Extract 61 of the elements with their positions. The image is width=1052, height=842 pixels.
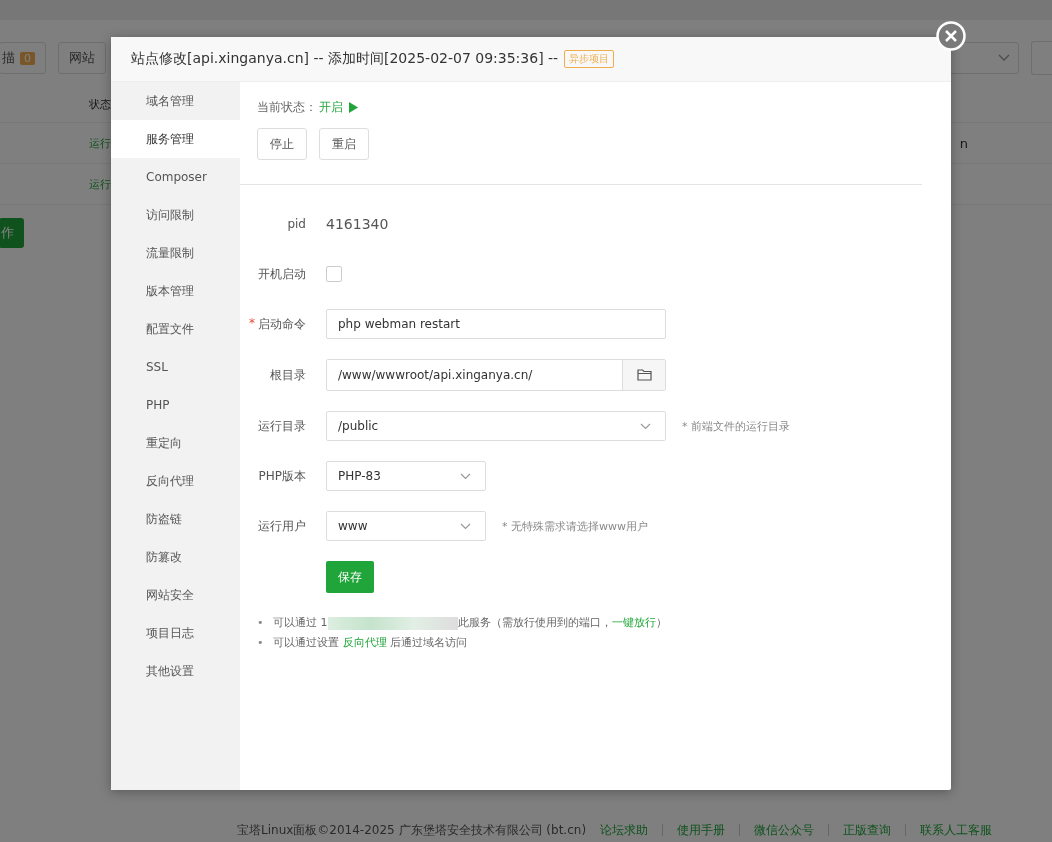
field-label: 开机启动 — [258, 265, 306, 283]
sidebar-item[interactable]: 版本管理 — [111, 272, 240, 310]
site-button[interactable]: 网站 — [58, 42, 106, 74]
status-label: 当前状态： — [257, 99, 317, 116]
bullet-mark: • — [257, 635, 265, 651]
note-text: 可以通过 1 — [273, 616, 328, 629]
required-mark: * — [249, 315, 255, 332]
folder-icon[interactable] — [636, 369, 652, 381]
dialog-title: 站点修改[api.xinganya.cn] -- 添加时间[2025-02-07 09:35:36] -- — [131, 50, 559, 68]
hint-text: * 无特殊需求请选择www用户 — [502, 518, 648, 534]
caret-icon — [640, 422, 651, 430]
note-text: ） — [655, 616, 667, 629]
field-label: 运行用户 — [258, 517, 306, 535]
note-text: 后通过域名访问 — [389, 636, 467, 649]
sidebar-item[interactable]: 其他设置 — [111, 652, 240, 690]
close-icon[interactable] — [936, 21, 966, 51]
select-dropdown[interactable]: www — [326, 511, 486, 541]
sidebar-item[interactable]: PHP — [111, 386, 240, 424]
caret-icon — [460, 522, 471, 530]
caret-icon — [460, 472, 471, 480]
sidebar-item[interactable]: 域名管理 — [111, 82, 240, 120]
copyright-text: 宝塔Linux面板©2014-2025 广东堡塔安全技术有限公司 (bt.cn) — [237, 821, 587, 839]
field-label: 根目录 — [270, 366, 306, 384]
status-value: 开启 — [319, 99, 343, 116]
select-dropdown[interactable]: PHP-83 — [326, 461, 486, 491]
sidebar-item[interactable]: 项目日志 — [111, 614, 240, 652]
service-button[interactable]: 重启 — [319, 128, 369, 160]
sidebar-item[interactable]: 访问限制 — [111, 196, 240, 234]
sidebar-item[interactable]: 防篡改 — [111, 538, 240, 576]
hint-text: * 前端文件的运行目录 — [682, 418, 790, 434]
field-label: pid — [287, 217, 306, 231]
field-label: 启动命令 — [258, 315, 306, 333]
count-badge: 0 — [20, 51, 35, 65]
sidebar-item[interactable]: 服务管理 — [111, 120, 240, 158]
select-dropdown[interactable]: /public — [326, 411, 666, 441]
table-cell: n — [959, 135, 968, 151]
checkbox[interactable] — [326, 266, 342, 282]
status-text: 运行 — [89, 135, 111, 151]
scan-button[interactable]: 描 0 — [0, 42, 46, 74]
sidebar-item[interactable]: 流量限制 — [111, 234, 240, 272]
note-text: 此服务（需放行使用到的端口， — [457, 616, 612, 629]
service-button[interactable]: 停止 — [257, 128, 307, 160]
status-text: 运行 — [89, 176, 111, 192]
sidebar-item[interactable]: 防盗链 — [111, 500, 240, 538]
column-header: 状态 — [89, 96, 111, 112]
play-icon — [349, 102, 358, 113]
sidebar-item[interactable]: 反向代理 — [111, 462, 240, 500]
caret-icon — [998, 54, 1010, 62]
sidebar-item[interactable]: 网站安全 — [111, 576, 240, 614]
input-field[interactable]: php webman restart — [326, 309, 666, 339]
sidebar-item[interactable]: Composer — [111, 158, 240, 196]
field-label: PHP版本 — [258, 467, 306, 485]
project-badge: 异步项目 — [564, 50, 615, 68]
path-field[interactable]: /www/wwwroot/api.xinganya.cn/ — [326, 359, 666, 391]
note-text: 可以通过设置 — [273, 636, 340, 649]
sidebar-item[interactable]: 配置文件 — [111, 310, 240, 348]
pid-value: 4161340 — [326, 216, 389, 232]
field-label: 运行目录 — [258, 417, 306, 435]
bullet-mark: • — [257, 615, 265, 631]
sidebar-item[interactable]: SSL — [111, 348, 240, 386]
sidebar-item[interactable]: 重定向 — [111, 424, 240, 462]
